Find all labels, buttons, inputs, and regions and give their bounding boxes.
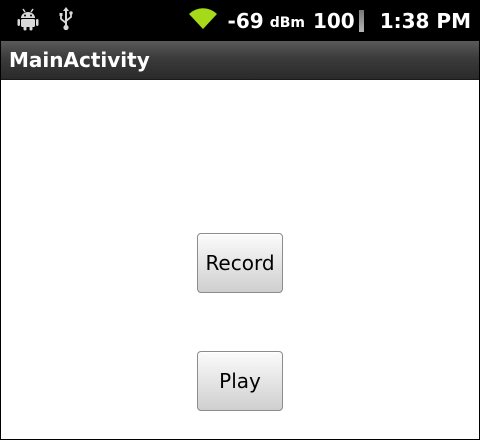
notification-icons [17,7,75,35]
usb-icon [57,6,75,36]
wifi-icon [188,7,218,35]
status-readouts: -69 dBm 100 1:38 PM [188,1,471,41]
record-button[interactable]: Record [197,233,283,293]
android-icon [17,7,39,35]
activity-title: MainActivity [9,48,150,72]
signal-strength-unit: dBm [269,14,305,31]
status-bar: -69 dBm 100 1:38 PM [1,1,479,41]
battery-level: 100 [312,9,355,33]
device-screen: -69 dBm 100 1:38 PM MainActivity Record … [0,0,480,440]
signal-strength-value: -69 [227,9,264,33]
battery-icon [358,10,364,32]
clock: 1:38 PM [379,9,471,33]
play-button[interactable]: Play [197,351,283,411]
title-bar: MainActivity [1,41,479,80]
